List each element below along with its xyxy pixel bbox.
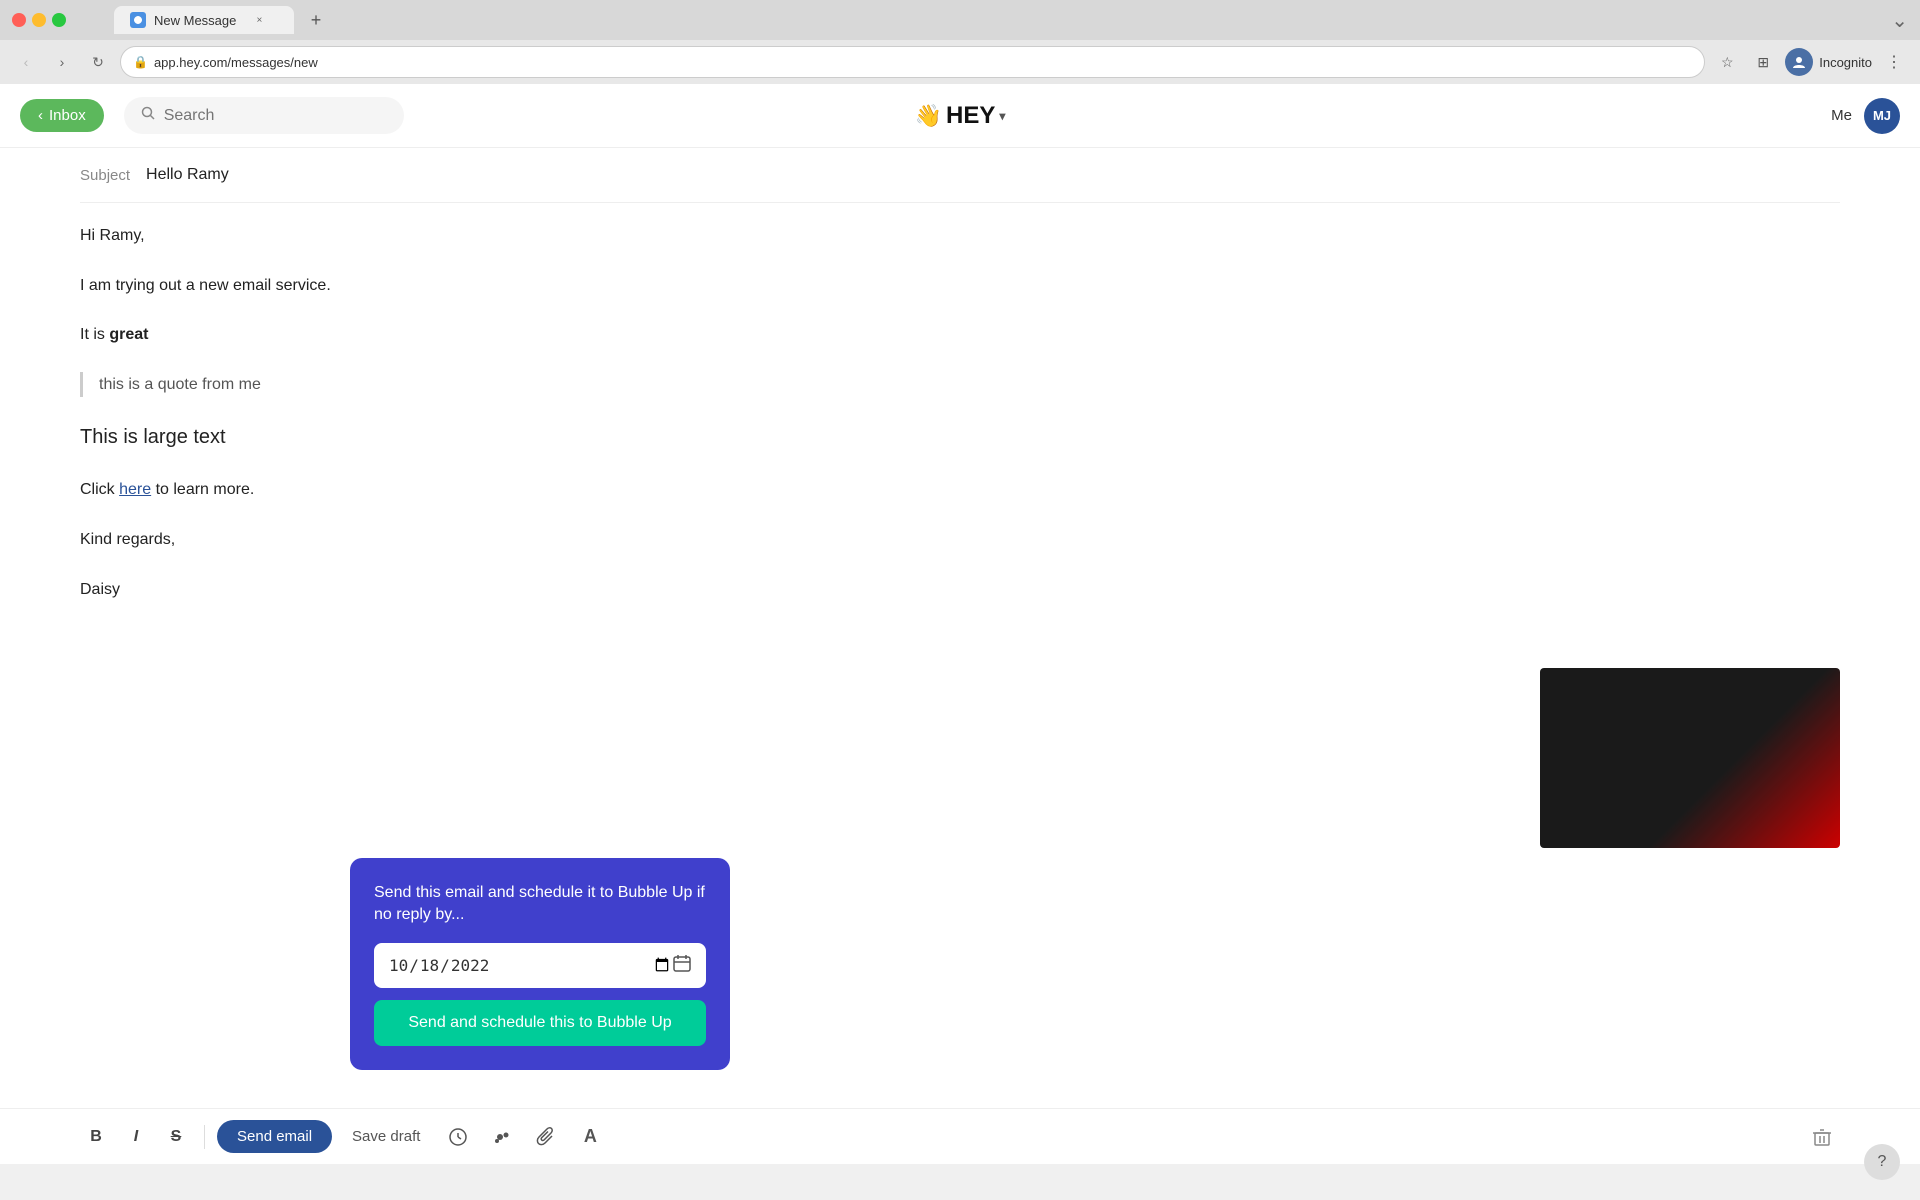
compose-wrapper: Send this email and schedule it to Bubbl…	[0, 1108, 1920, 1164]
minimize-window-button[interactable]	[32, 13, 46, 27]
font-button[interactable]: A	[572, 1119, 608, 1155]
paperclip-button[interactable]	[528, 1119, 564, 1155]
body-line-2: It is great	[80, 322, 1840, 348]
clock-button[interactable]	[440, 1119, 476, 1155]
toolbar-right-icons: ☆ ⊞ Incognito ⋮	[1713, 48, 1908, 76]
bubbles-button[interactable]	[484, 1119, 520, 1155]
schedule-popup: Send this email and schedule it to Bubbl…	[350, 858, 730, 1070]
user-area[interactable]: Incognito	[1785, 48, 1872, 76]
save-draft-button[interactable]: Save draft	[340, 1120, 432, 1153]
send-email-button[interactable]: Send email	[217, 1120, 332, 1153]
strikethrough-button[interactable]: S	[160, 1121, 192, 1153]
new-tab-button[interactable]: +	[302, 6, 330, 34]
body-regards: Kind regards,	[80, 527, 1840, 553]
inbox-button[interactable]: ‹ Inbox	[20, 99, 104, 132]
inbox-label: Inbox	[49, 107, 86, 124]
delete-button[interactable]	[1804, 1119, 1840, 1155]
body-quote: this is a quote from me	[80, 372, 1840, 398]
wave-icon: 👋	[915, 103, 942, 129]
header-right: Me MJ	[1831, 98, 1900, 134]
lock-icon: 🔒	[133, 55, 148, 69]
italic-button[interactable]: I	[120, 1121, 152, 1153]
back-button[interactable]: ‹	[12, 48, 40, 76]
compose-area: Subject Hello Ramy Hi Ramy, I am trying …	[0, 148, 1920, 1108]
body-link-line: Click here to learn more.	[80, 477, 1840, 503]
email-body[interactable]: Hi Ramy, I am trying out a new email ser…	[80, 203, 1840, 646]
date-input[interactable]	[388, 955, 672, 976]
app-header: ‹ Inbox 👋 HEY ▾ Me MJ	[0, 84, 1920, 148]
bold-button[interactable]: B	[80, 1121, 112, 1153]
grid-button[interactable]: ⊞	[1749, 48, 1777, 76]
hey-logo[interactable]: 👋 HEY ▾	[915, 102, 1006, 130]
body-greeting: Hi Ramy,	[80, 223, 1840, 249]
browser-titlebar: New Message × + ⌄	[0, 0, 1920, 40]
email-image	[1540, 668, 1840, 848]
date-input-wrapper[interactable]	[374, 943, 706, 988]
inbox-arrow-icon: ‹	[38, 107, 43, 124]
body-large-text: This is large text	[80, 421, 1840, 453]
subject-label: Subject	[80, 167, 130, 184]
help-button[interactable]: ?	[1864, 1144, 1900, 1180]
logo-dropdown-icon: ▾	[999, 109, 1005, 123]
search-icon	[140, 105, 156, 126]
send-and-schedule-button[interactable]: Send and schedule this to Bubble Up	[374, 1000, 706, 1046]
address-bar[interactable]: 🔒 app.hey.com/messages/new	[120, 46, 1705, 78]
maximize-window-button[interactable]	[52, 13, 66, 27]
subject-value: Hello Ramy	[146, 166, 229, 184]
tab-title: New Message	[154, 13, 236, 28]
me-label: Me	[1831, 107, 1852, 124]
search-input[interactable]	[164, 107, 364, 125]
bookmark-button[interactable]: ☆	[1713, 48, 1741, 76]
app: ‹ Inbox 👋 HEY ▾ Me MJ Subject Hello Ramy	[0, 84, 1920, 1164]
incognito-icon	[1785, 48, 1813, 76]
body-signature: Daisy	[80, 577, 1840, 603]
avatar[interactable]: MJ	[1864, 98, 1900, 134]
tab-favicon	[130, 12, 146, 28]
address-text: app.hey.com/messages/new	[154, 55, 318, 70]
subject-row: Subject Hello Ramy	[80, 148, 1840, 203]
here-link[interactable]: here	[119, 481, 151, 498]
browser-toolbar: ‹ › ↻ 🔒 app.hey.com/messages/new ☆ ⊞ Inc…	[0, 40, 1920, 84]
logo-text: HEY	[946, 102, 995, 130]
refresh-button[interactable]: ↻	[84, 48, 112, 76]
calendar-icon	[672, 953, 692, 978]
browser-chrome: New Message × + ⌄ ‹ › ↻ 🔒 app.hey.com/me…	[0, 0, 1920, 84]
close-window-button[interactable]	[12, 13, 26, 27]
body-line-1: I am trying out a new email service.	[80, 273, 1840, 299]
browser-more-button[interactable]: ⋮	[1880, 48, 1908, 76]
forward-button[interactable]: ›	[48, 48, 76, 76]
browser-tab[interactable]: New Message ×	[114, 6, 294, 34]
search-bar[interactable]	[124, 97, 404, 134]
compose-toolbar: B I S Send email Save draft	[0, 1108, 1920, 1164]
window-collapse-button[interactable]: ⌄	[1891, 10, 1908, 32]
tab-close-button[interactable]: ×	[252, 13, 266, 27]
email-image-inner	[1540, 668, 1840, 848]
toolbar-separator-1	[204, 1125, 205, 1149]
incognito-label: Incognito	[1819, 55, 1872, 70]
schedule-popup-title: Send this email and schedule it to Bubbl…	[374, 882, 706, 927]
traffic-lights	[12, 13, 66, 27]
